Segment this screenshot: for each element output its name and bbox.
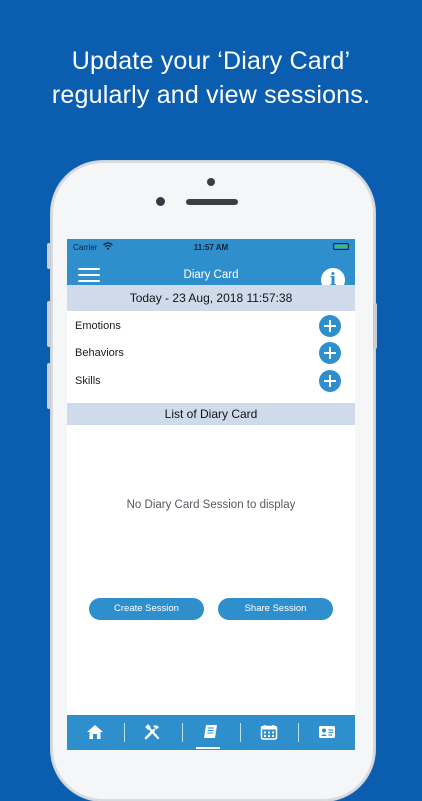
promo-headline-line-2: regularly and view sessions.: [51, 81, 371, 109]
phone-power-button: [373, 303, 377, 349]
add-skills-button[interactable]: [319, 370, 341, 392]
row-emotions: Emotions: [67, 313, 355, 340]
add-behaviors-button[interactable]: [319, 342, 341, 364]
nav-title: Diary Card: [183, 269, 239, 281]
tab-tools[interactable]: [125, 715, 182, 750]
status-bar: Carrier 11:57 AM: [67, 239, 355, 255]
phone-volume-down: [47, 363, 51, 409]
tab-profile[interactable]: [299, 715, 355, 750]
tab-home[interactable]: [67, 715, 124, 750]
today-date-header: Today - 23 Aug, 2018 11:57:38: [67, 285, 355, 311]
front-camera: [207, 178, 215, 186]
add-emotions-button[interactable]: [319, 315, 341, 337]
phone-volume-up: [47, 301, 51, 347]
active-tab-indicator: [196, 747, 220, 749]
book-icon: [204, 725, 217, 738]
row-skills: Skills: [67, 368, 355, 395]
calendar-icon: [260, 725, 278, 740]
row-label: Behaviors: [75, 347, 124, 359]
earpiece-speaker: [186, 199, 238, 205]
promo-headline-line-1: Update your ‘Diary Card’: [71, 47, 351, 75]
tab-calendar[interactable]: [241, 715, 298, 750]
tools-icon: [144, 724, 160, 740]
row-label: Skills: [75, 375, 101, 387]
row-label: Emotions: [75, 320, 121, 332]
home-icon: [87, 725, 103, 739]
tab-bar: [67, 715, 355, 750]
status-time: 11:57 AM: [193, 243, 229, 252]
share-session-button[interactable]: Share Session: [218, 598, 333, 620]
battery-icon: [333, 243, 349, 250]
promo-headline: Update your ‘Diary Card’ regularly and v…: [0, 44, 422, 112]
list-header: List of Diary Card: [67, 403, 355, 425]
phone-mute-switch: [47, 243, 51, 269]
id-card-icon: [319, 726, 335, 738]
app-screen: Carrier 11:57 AM Diary Card i Today - 23…: [67, 239, 355, 750]
create-session-button[interactable]: Create Session: [89, 598, 204, 620]
row-behaviors: Behaviors: [67, 340, 355, 367]
empty-list-message: No Diary Card Session to display: [126, 499, 296, 511]
tab-diary[interactable]: [183, 715, 240, 750]
proximity-sensor: [156, 197, 165, 206]
